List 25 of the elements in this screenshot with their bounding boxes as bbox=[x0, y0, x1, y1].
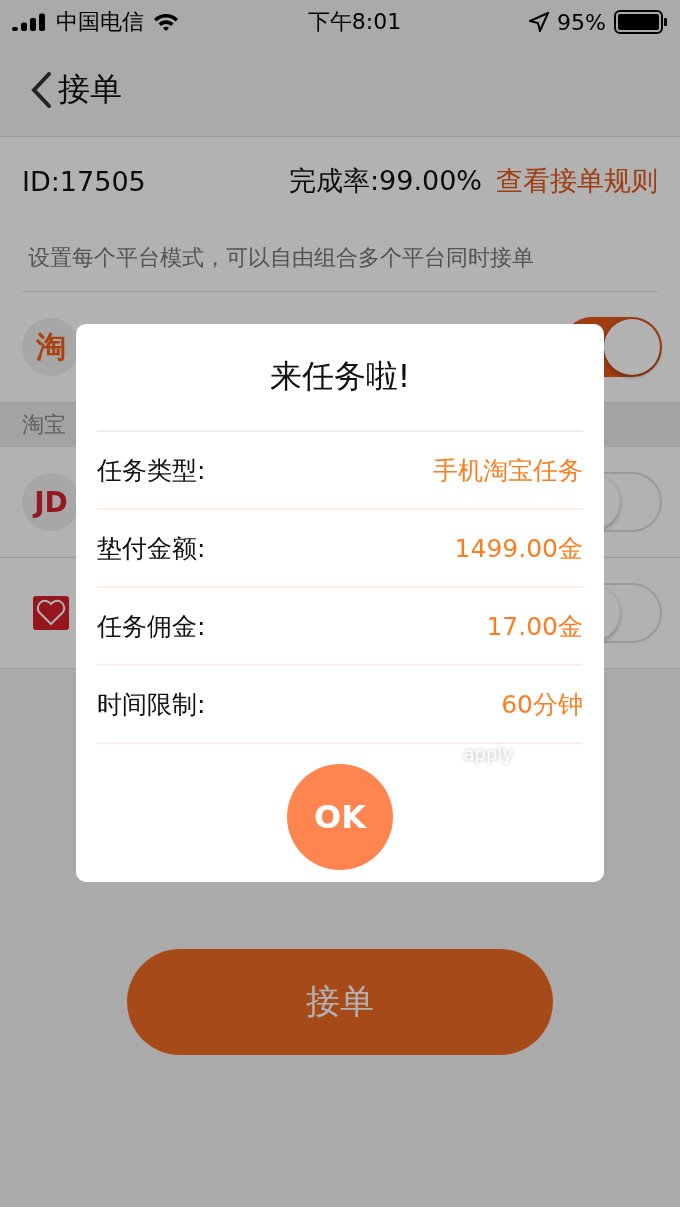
field-value: 17.00金 bbox=[486, 610, 583, 643]
heart-logo-icon bbox=[33, 596, 69, 630]
field-label: 任务类型: bbox=[97, 454, 206, 487]
user-id: ID:17505 bbox=[22, 165, 147, 197]
field-value: 1499.00金 bbox=[454, 532, 583, 565]
completion-rate: 完成率:99.00% bbox=[288, 164, 482, 198]
section-label: 淘宝 bbox=[22, 411, 66, 439]
field-value: 60分钟 bbox=[501, 688, 583, 721]
field-label: 时间限制: bbox=[97, 688, 206, 721]
back-icon[interactable] bbox=[30, 71, 52, 109]
field-label: 垫付金额: bbox=[97, 532, 206, 565]
wifi-icon bbox=[152, 12, 180, 32]
dialog-title: 来任务啦! bbox=[97, 324, 583, 432]
page-title: 接单 bbox=[58, 69, 122, 110]
location-arrow-icon bbox=[529, 12, 550, 32]
accept-button[interactable]: 接单 bbox=[127, 949, 553, 1055]
clock-time: 下午8:01 bbox=[307, 8, 402, 36]
ok-button[interactable]: OK bbox=[287, 764, 393, 870]
battery-icon bbox=[614, 10, 668, 34]
battery-percent: 95% bbox=[557, 9, 606, 35]
rules-link[interactable]: 查看接单规则 bbox=[496, 163, 658, 199]
field-label: 任务佣金: bbox=[97, 610, 206, 643]
field-value: 手机淘宝任务 bbox=[433, 454, 583, 487]
signal-icon bbox=[12, 13, 48, 31]
carrier-name: 中国电信 bbox=[56, 8, 144, 36]
